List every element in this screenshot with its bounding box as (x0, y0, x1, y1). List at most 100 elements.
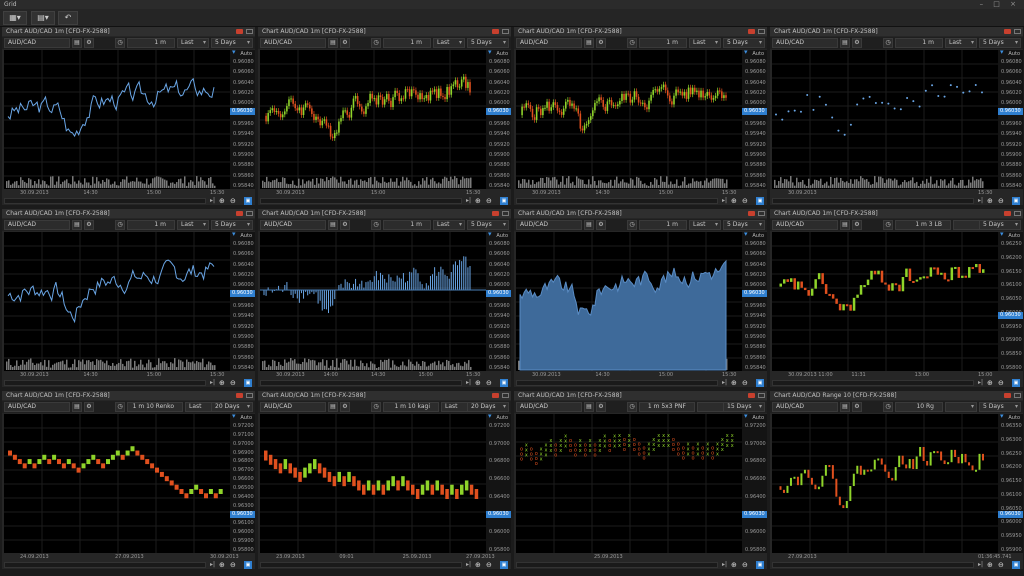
zoom-out-icon[interactable]: ⊖ (486, 561, 492, 569)
zoom-out-icon[interactable]: ⊖ (742, 561, 748, 569)
chart-plot-area[interactable] (260, 232, 486, 371)
timeframe-field[interactable]: 1 m (639, 38, 687, 48)
close-panel-button[interactable] (748, 29, 755, 34)
scale-dropdown-icon[interactable]: ▾ (1000, 412, 1004, 420)
save-icon[interactable]: ▣ (500, 561, 508, 569)
maximize-panel-button[interactable] (758, 211, 765, 216)
chart-plot-area[interactable] (4, 232, 230, 371)
price-axis[interactable]: ▾ Auto 0.97200 0.97100 0.97000 0.96900 0.968… (230, 412, 255, 553)
scale-dropdown-icon[interactable]: ▾ (744, 230, 748, 238)
timeframe-field[interactable]: 1 m (127, 220, 175, 230)
symbol-field[interactable]: AUD/CAD (516, 402, 582, 412)
gear-icon[interactable]: ⚙ (84, 38, 94, 48)
symbol-lookup-icon[interactable]: ▤ (584, 402, 594, 412)
auto-scale-label[interactable]: Auto (240, 415, 252, 421)
save-icon[interactable]: ▣ (244, 561, 252, 569)
scale-dropdown-icon[interactable]: ▾ (744, 48, 748, 56)
clock-icon[interactable]: ◷ (115, 402, 125, 412)
timeframe-field[interactable]: 1 m (383, 220, 431, 230)
price-type-select[interactable]: Last (689, 38, 721, 48)
range-select[interactable]: 5 Days (467, 220, 509, 230)
scroll-end-icon[interactable]: ▸| (466, 379, 471, 386)
range-select[interactable]: 20 Days (467, 402, 509, 412)
price-axis[interactable]: ▾ Auto 0.96080 0.96060 0.96040 0.96020 0.960… (486, 48, 511, 189)
time-scrollbar[interactable] (4, 380, 206, 386)
zoom-out-icon[interactable]: ⊖ (998, 561, 1004, 569)
price-type-select[interactable]: Last (433, 38, 465, 48)
gear-icon[interactable]: ⚙ (340, 402, 350, 412)
chart-plot-area[interactable] (516, 232, 742, 371)
price-type-select[interactable] (945, 402, 977, 412)
scroll-end-icon[interactable]: ▸| (722, 197, 727, 204)
close-panel-button[interactable] (236, 393, 243, 398)
scale-dropdown-icon[interactable]: ▾ (488, 230, 492, 238)
time-scrollbar[interactable] (260, 380, 462, 386)
zoom-in-icon[interactable]: ⊕ (987, 197, 993, 205)
time-scrollbar[interactable] (516, 198, 718, 204)
zoom-in-icon[interactable]: ⊕ (475, 561, 481, 569)
auto-scale-label[interactable]: Auto (1008, 415, 1020, 421)
chart-plot-area[interactable] (772, 50, 998, 189)
gear-icon[interactable]: ⚙ (852, 402, 862, 412)
clock-icon[interactable]: ◷ (883, 402, 893, 412)
zoom-in-icon[interactable]: ⊕ (219, 197, 225, 205)
save-icon[interactable]: ▣ (756, 561, 764, 569)
zoom-in-icon[interactable]: ⊕ (219, 379, 225, 387)
save-icon[interactable]: ▣ (500, 197, 508, 205)
chart-plot-area[interactable] (772, 414, 998, 553)
zoom-out-icon[interactable]: ⊖ (998, 379, 1004, 387)
timeframe-field[interactable]: 1 m 10 Renko (127, 402, 183, 412)
clock-icon[interactable]: ◷ (627, 402, 637, 412)
zoom-in-icon[interactable]: ⊕ (987, 379, 993, 387)
symbol-lookup-icon[interactable]: ▤ (72, 38, 82, 48)
maximize-panel-button[interactable] (246, 29, 253, 34)
symbol-lookup-icon[interactable]: ▤ (328, 38, 338, 48)
symbol-lookup-icon[interactable]: ▤ (72, 402, 82, 412)
price-type-select[interactable]: Last (177, 38, 209, 48)
symbol-field[interactable]: AUD/CAD (4, 220, 70, 230)
zoom-in-icon[interactable]: ⊕ (219, 561, 225, 569)
timeframe-field[interactable]: 1 m (383, 38, 431, 48)
save-icon[interactable]: ▣ (756, 197, 764, 205)
scroll-end-icon[interactable]: ▸| (722, 561, 727, 568)
zoom-out-icon[interactable]: ⊖ (486, 197, 492, 205)
auto-scale-label[interactable]: Auto (496, 233, 508, 239)
scale-dropdown-icon[interactable]: ▾ (744, 412, 748, 420)
chart-plot-area[interactable] (260, 414, 486, 553)
symbol-lookup-icon[interactable]: ▤ (72, 220, 82, 230)
gear-icon[interactable]: ⚙ (340, 220, 350, 230)
window-controls[interactable]: – □ × (980, 0, 1020, 8)
time-scrollbar[interactable] (4, 562, 206, 568)
save-icon[interactable]: ▣ (1012, 197, 1020, 205)
price-axis[interactable]: ▾ Auto 0.96080 0.96060 0.96040 0.96020 0.960… (742, 230, 767, 371)
timeframe-field[interactable]: 1 m 5x3 PNF (639, 402, 695, 412)
zoom-in-icon[interactable]: ⊕ (475, 379, 481, 387)
gear-icon[interactable]: ⚙ (596, 220, 606, 230)
scale-dropdown-icon[interactable]: ▾ (1000, 48, 1004, 56)
auto-scale-label[interactable]: Auto (752, 51, 764, 57)
price-axis[interactable]: ▾ Auto 0.97200 0.97000 0.96800 0.96600 0.964… (486, 412, 511, 553)
symbol-lookup-icon[interactable]: ▤ (328, 220, 338, 230)
save-icon[interactable]: ▣ (500, 379, 508, 387)
save-icon[interactable]: ▣ (244, 379, 252, 387)
zoom-in-icon[interactable]: ⊕ (731, 197, 737, 205)
price-type-select[interactable]: Last (945, 38, 977, 48)
range-select[interactable]: 5 Days (723, 38, 765, 48)
price-type-select[interactable]: Last (177, 220, 209, 230)
time-scrollbar[interactable] (260, 562, 462, 568)
scroll-end-icon[interactable]: ▸| (210, 379, 215, 386)
maximize-panel-button[interactable] (1014, 211, 1021, 216)
maximize-panel-button[interactable] (502, 211, 509, 216)
close-panel-button[interactable] (1004, 211, 1011, 216)
symbol-lookup-icon[interactable]: ▤ (840, 38, 850, 48)
zoom-out-icon[interactable]: ⊖ (230, 197, 236, 205)
scroll-end-icon[interactable]: ▸| (722, 379, 727, 386)
scale-dropdown-icon[interactable]: ▾ (232, 412, 236, 420)
scroll-end-icon[interactable]: ▸| (210, 561, 215, 568)
clock-icon[interactable]: ◷ (883, 38, 893, 48)
close-panel-button[interactable] (236, 211, 243, 216)
undo-button[interactable]: ↶ (58, 11, 78, 25)
maximize-panel-button[interactable] (502, 29, 509, 34)
price-axis[interactable]: ▾ Auto 0.97200 0.97000 0.96800 0.96600 0.964… (742, 412, 767, 553)
zoom-in-icon[interactable]: ⊕ (731, 561, 737, 569)
